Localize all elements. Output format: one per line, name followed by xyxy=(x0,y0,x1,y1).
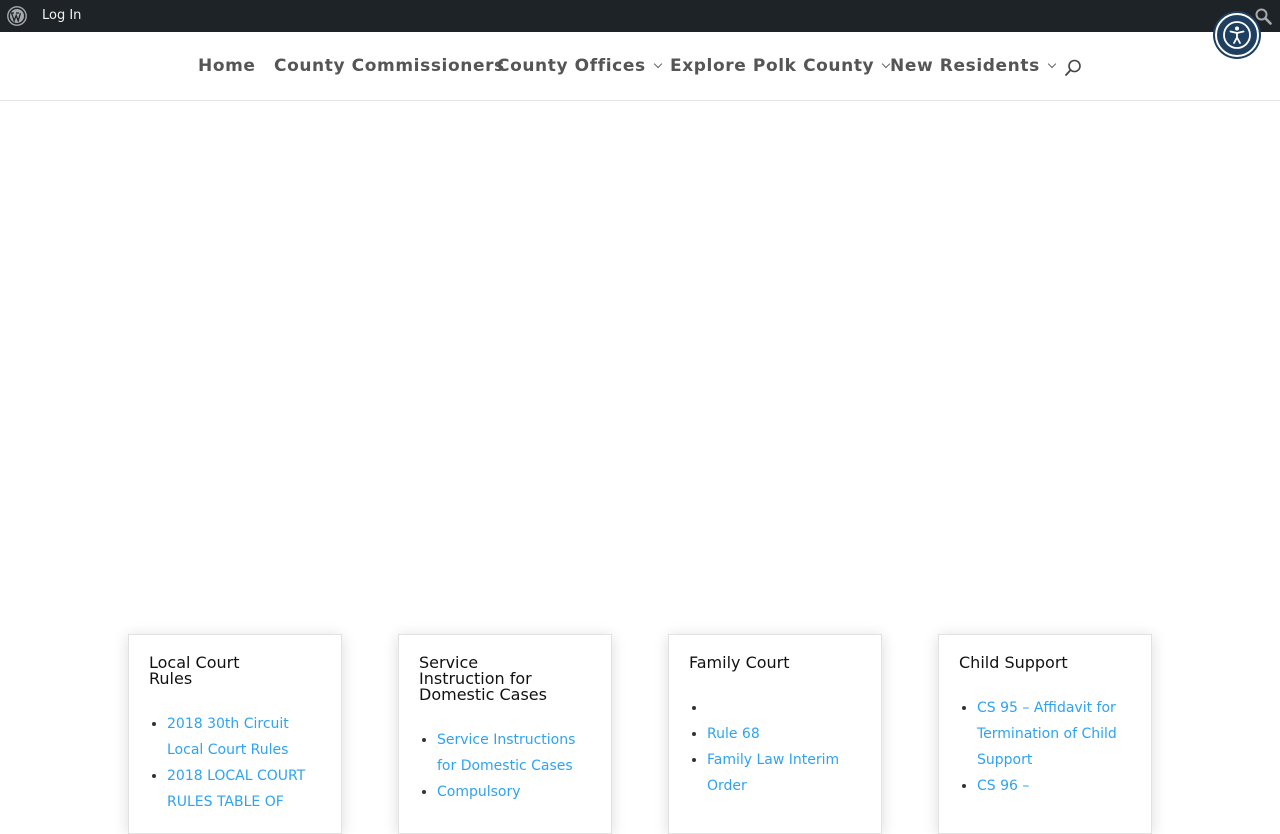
nav-item-label: New Residents xyxy=(890,56,1040,76)
nav-item-label: County Commissioners xyxy=(274,56,505,76)
card-title: Local Court Rules xyxy=(149,653,240,688)
search-icon[interactable] xyxy=(1064,59,1082,77)
document-link[interactable]: Compulsory xyxy=(437,784,521,800)
list-item: Family Law Interim Order xyxy=(707,747,861,799)
card-service-instruction: Service Instruction for Domestic Cases S… xyxy=(398,634,612,834)
list-item: ​ xyxy=(707,695,861,721)
card-title: Child Support xyxy=(959,653,1068,672)
nav-item-label: Home xyxy=(198,56,256,76)
chevron-down-icon xyxy=(1047,59,1057,69)
document-link[interactable]: Rule 68 xyxy=(707,726,760,742)
card-child-support: Child Support CS 95 – Affidavit for Term… xyxy=(938,634,1152,834)
card-title: Service Instruction for Domestic Cases xyxy=(419,653,547,704)
nav-item-county-commissioners[interactable]: County Commissioners xyxy=(274,32,505,100)
list-item: Rule 68 xyxy=(707,721,861,747)
link-list: 2018 30th Circuit Local Court Rules 2018… xyxy=(149,711,321,815)
document-link[interactable]: 2018 LOCAL COURT RULES TABLE OF xyxy=(167,768,305,810)
card-family-court: Family Court ​ Rule 68 Family Law Interi… xyxy=(668,634,882,834)
document-link[interactable]: Service Instructions for Domestic Cases xyxy=(437,732,575,774)
chevron-down-icon xyxy=(653,59,662,69)
login-link[interactable]: Log In xyxy=(42,0,81,32)
nav-item-new-residents[interactable]: New Residents xyxy=(890,32,1057,100)
document-link[interactable]: CS 96 – xyxy=(977,778,1029,794)
nav-item-explore-polk-county[interactable]: Explore Polk County xyxy=(670,32,891,100)
list-item: 2018 LOCAL COURT RULES TABLE OF xyxy=(167,763,321,815)
wordpress-logo-icon[interactable] xyxy=(7,6,27,26)
list-item: CS 95 – Affidavit for Termination of Chi… xyxy=(977,695,1131,773)
accessibility-icon xyxy=(1223,21,1251,49)
nav-item-home[interactable]: Home xyxy=(198,32,256,100)
list-item: CS 96 – xyxy=(977,773,1131,799)
nav-item-county-offices[interactable]: County Offices xyxy=(497,32,662,100)
search-icon[interactable] xyxy=(1255,8,1272,25)
link-list: Service Instructions for Domestic Cases … xyxy=(419,727,591,805)
nav-item-label: Explore Polk County xyxy=(670,56,875,76)
document-link[interactable]: 2018 30th Circuit Local Court Rules xyxy=(167,716,289,758)
link-list: CS 95 – Affidavit for Termination of Chi… xyxy=(959,695,1131,799)
card-local-court-rules: Local Court Rules 2018 30th Circuit Loca… xyxy=(128,634,342,834)
card-title: Family Court xyxy=(689,653,790,672)
document-link[interactable]: Family Law Interim Order xyxy=(707,752,839,794)
document-link[interactable]: CS 95 – Affidavit for Termination of Chi… xyxy=(977,700,1117,768)
list-item: 2018 30th Circuit Local Court Rules xyxy=(167,711,321,763)
nav-item-label: County Offices xyxy=(497,56,646,76)
list-item: Service Instructions for Domestic Cases xyxy=(437,727,591,779)
accessibility-button[interactable] xyxy=(1215,13,1259,57)
list-item: Compulsory xyxy=(437,779,591,805)
link-list: ​ Rule 68 Family Law Interim Order xyxy=(689,695,861,799)
admin-bar: Log In xyxy=(0,0,1280,32)
site-header: Home County Commissioners County Offices… xyxy=(0,32,1280,101)
